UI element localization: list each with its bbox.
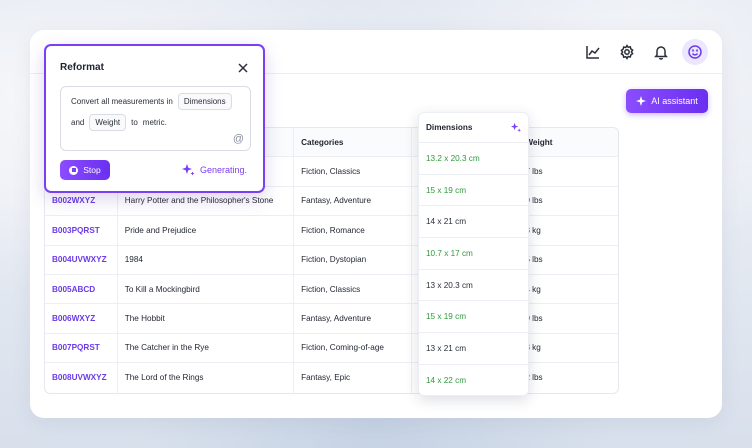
- prompt-line-2: and Weight to metric.: [71, 114, 167, 131]
- ai-assistant-label: AI assistant: [651, 96, 698, 106]
- title-cell: To Kill a Mockingbird: [118, 274, 295, 304]
- asin-cell[interactable]: B006WXYZ: [45, 304, 118, 333]
- table-row[interactable]: B008UVWXYZ The Lord of the Rings Fantasy, …: [45, 363, 618, 393]
- dimensions-value-cell[interactable]: 13.2 x 20.3 cm: [419, 143, 528, 175]
- table-row[interactable]: B004UVWXYZ 1984 Fiction, Dystopian 5 lbs: [45, 245, 618, 275]
- prompt-text-3: to: [131, 118, 138, 127]
- weight-cell: 2 lbs: [525, 373, 543, 383]
- reformat-popup: Reformat Convert all measurements in Dim…: [44, 44, 265, 193]
- dimensions-header[interactable]: Dimensions: [419, 113, 528, 143]
- table-row[interactable]: B003PQRST Pride and Prejudice Fiction, Rom…: [45, 216, 618, 246]
- header-categories[interactable]: Categories: [294, 128, 412, 157]
- dimensions-value-cell[interactable]: 13 x 20.3 cm: [419, 270, 528, 302]
- title-cell: 1984: [118, 245, 295, 274]
- dimensions-column-panel: Dimensions 13.2 x 20.3 cm 15 x 19 cm 14 x …: [418, 112, 529, 396]
- asin-cell[interactable]: B008UVWXYZ: [45, 363, 118, 393]
- prompt-text-2: and: [71, 118, 85, 127]
- prompt-input[interactable]: Convert all measurements in Dimensions a…: [60, 86, 251, 151]
- dimensions-value-cell[interactable]: 15 x 19 cm: [419, 175, 528, 207]
- category-cell: Fantasy, Adventure: [294, 304, 412, 333]
- dimensions-value-cell[interactable]: 15 x 19 cm: [419, 301, 528, 334]
- stop-button[interactable]: Stop: [60, 160, 110, 180]
- weight-cell: 5 lbs: [525, 255, 543, 265]
- app-window: AI assistant Categories Weight Fiction, …: [30, 30, 722, 418]
- weight-chip[interactable]: Weight: [89, 114, 127, 131]
- title-cell: Pride and Prejudice: [118, 216, 295, 245]
- dimensions-chip[interactable]: Dimensions: [177, 93, 232, 110]
- prompt-text-4: metric.: [142, 118, 167, 127]
- category-cell: Fantasy, Adventure: [294, 186, 412, 216]
- dimensions-value-cell[interactable]: 13 x 21 cm: [419, 333, 528, 365]
- title-cell: The Catcher in the Rye: [118, 333, 295, 363]
- sparkle-icon: [181, 164, 195, 176]
- category-cell: Fiction, Coming-of-age: [294, 333, 412, 363]
- weight-cell: 9 lbs: [525, 314, 543, 324]
- dimensions-value-cell[interactable]: 14 x 21 cm: [419, 206, 528, 239]
- category-cell: Fiction, Romance: [294, 216, 412, 245]
- category-cell: Fantasy, Epic: [294, 363, 412, 393]
- asin-cell[interactable]: B003PQRST: [45, 216, 118, 245]
- ai-assistant-button[interactable]: AI assistant: [626, 89, 708, 113]
- sparkle-icon: [636, 96, 647, 106]
- popup-title: Reformat: [60, 62, 104, 73]
- prompt-text-1: Convert all measurements in: [71, 97, 173, 106]
- table-row[interactable]: B005ABCD To Kill a Mockingbird Fiction, Cl…: [45, 274, 618, 305]
- category-cell: Fiction, Dystopian: [294, 245, 412, 274]
- weight-cell: 9 lbs: [525, 196, 543, 206]
- gear-icon[interactable]: [614, 39, 640, 65]
- dimensions-header-label: Dimensions: [426, 123, 473, 132]
- category-cell: Fiction, Classics: [294, 274, 412, 304]
- asin-cell[interactable]: B005ABCD: [45, 274, 118, 304]
- title-cell: The Lord of the Rings: [118, 363, 295, 393]
- top-icons: [580, 39, 708, 65]
- weight-cell: 4 kg: [525, 284, 541, 294]
- stop-label: Stop: [83, 165, 101, 175]
- smiley-avatar-icon[interactable]: [682, 39, 708, 65]
- chart-icon[interactable]: [580, 39, 606, 65]
- table-row[interactable]: B007PQRST The Catcher in the Rye Fiction, …: [45, 333, 618, 364]
- table-row[interactable]: B006WXYZ The Hobbit Fantasy, Adventure 9 lb…: [45, 304, 618, 334]
- stop-icon: [69, 165, 79, 175]
- category-cell: Fiction, Classics: [294, 157, 412, 186]
- bell-icon[interactable]: [648, 39, 674, 65]
- weight-cell: 3 kg: [525, 343, 541, 353]
- generating-status: Generating.: [181, 163, 247, 177]
- dimensions-value-cell[interactable]: 14 x 22 cm: [419, 365, 528, 397]
- asin-cell[interactable]: B007PQRST: [45, 333, 118, 363]
- asin-cell[interactable]: B004UVWXYZ: [45, 245, 118, 274]
- close-icon[interactable]: [237, 61, 249, 73]
- weight-cell: 7 lbs: [525, 167, 543, 177]
- header-weight[interactable]: Weight: [518, 128, 618, 156]
- sparkle-icon[interactable]: [510, 122, 521, 133]
- mention-at-icon[interactable]: @: [233, 133, 244, 145]
- dimensions-value-cell[interactable]: 10.7 x 17 cm: [419, 238, 528, 270]
- prompt-line-1: Convert all measurements in Dimensions: [71, 93, 232, 110]
- weight-cell: 3 kg: [525, 225, 541, 235]
- generating-label: Generating.: [199, 165, 247, 175]
- title-cell: The Hobbit: [118, 304, 295, 333]
